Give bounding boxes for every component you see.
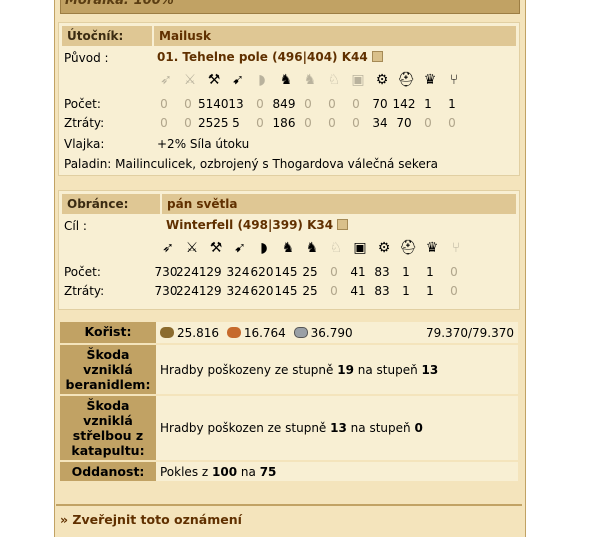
axe-icon: ⚒ <box>207 72 221 88</box>
attacker-box: Útočník: Mailusk Původ : 01. Tehelne pol… <box>58 22 520 176</box>
defender-name[interactable]: pán světla <box>167 197 237 211</box>
publish-link[interactable]: » Zveřejnit toto oznámení <box>60 512 242 527</box>
loot-row: Kořist: 25.816 16.764 36.790 79.370/79.3… <box>60 322 518 343</box>
ram-icon: ▣ <box>351 72 365 88</box>
sword-icon: ⚔ <box>185 240 199 256</box>
knight-icon: ⛑ <box>399 240 417 256</box>
knight-icon: ⛑ <box>397 72 415 88</box>
loyalty-text: Pokles z 100 na 75 <box>156 462 518 481</box>
loot-wood: 25.816 <box>177 325 219 340</box>
light-cavalry-icon: ♞ <box>279 72 293 88</box>
ram-damage-label: Škoda vzniklá beranidlem: <box>60 345 156 394</box>
bonus-icon <box>371 51 383 62</box>
militia-icon: ⑂ <box>451 240 461 256</box>
attacker-unit-icons: ➶ ⚔ ⚒ ➹ ◗ ♞ ♞ ♘ ▣ ⚙ ⛑ ♛ ⑂ <box>59 71 519 93</box>
catapult-damage-text: Hradby poškozen ze stupně 13 na stupeň 0 <box>156 396 518 460</box>
defender-header-label: Obránce: <box>62 194 160 214</box>
attacker-name[interactable]: Mailusk <box>159 29 211 43</box>
defender-box: Obránce: pán světla Cíl : Winterfell (49… <box>58 190 520 310</box>
loot-iron: 36.790 <box>310 325 353 340</box>
ram-icon: ▣ <box>353 240 367 256</box>
attacker-header-label: Útočník: <box>62 26 152 46</box>
loyalty-row: Oddanost: Pokles z 100 na 75 <box>60 462 518 481</box>
light-cavalry-icon: ♞ <box>281 240 295 256</box>
morale-text: Morálka: 100% <box>65 0 174 8</box>
attacker-count-cell: 1 <box>448 97 456 111</box>
iron-icon <box>293 326 308 338</box>
flag-label: Vlajka: <box>64 137 105 151</box>
mounted-archer-icon: ♞ <box>305 240 319 256</box>
archer-icon: ➹ <box>234 240 246 256</box>
catapult-damage-label: Škoda vzniklá střelbou z katapultu: <box>60 396 156 460</box>
morale-bar: Morálka: 100% <box>60 0 520 14</box>
catapult-icon: ⚙ <box>375 72 389 88</box>
militia-icon: ⑂ <box>449 72 459 88</box>
spy-icon: ◗ <box>260 240 268 256</box>
bonus-icon <box>337 219 349 230</box>
heavy-cavalry-icon: ♘ <box>327 72 341 88</box>
mounted-archer-icon: ♞ <box>303 72 317 88</box>
spy-icon: ◗ <box>258 72 266 88</box>
catapult-icon: ⚙ <box>377 240 391 256</box>
attacker-loss-cell: 0 <box>448 116 456 130</box>
origin-village[interactable]: 01. Tehelne pole (496|404) K44 <box>157 50 383 64</box>
target-village[interactable]: Winterfell (498|399) K34 <box>166 218 349 232</box>
defender-header: pán světla <box>162 194 516 214</box>
divider <box>56 504 522 506</box>
sword-icon: ⚔ <box>183 72 197 88</box>
defender-unit-icons: ➶ ⚔ ⚒ ➹ ◗ ♞ ♞ ♘ ▣ ⚙ ⛑ ♛ ⑂ <box>59 239 519 261</box>
ram-damage-row: Škoda vzniklá beranidlem: Hradby poškoze… <box>60 345 518 394</box>
heavy-cavalry-icon: ♘ <box>329 240 343 256</box>
axe-icon: ⚒ <box>209 240 223 256</box>
snob-icon: ♛ <box>425 240 439 256</box>
loyalty-label: Oddanost: <box>60 462 156 481</box>
attacker-losses: 0 0 2525 5 0 186 0 0 0 34 70 0 0 <box>59 116 519 138</box>
snob-icon: ♛ <box>423 72 437 88</box>
defender-losses: 730 2241 29 324 620 145 25 0 41 83 1 1 0 <box>59 284 519 306</box>
wood-icon <box>160 326 174 338</box>
target-label: Cíl : <box>64 219 87 233</box>
origin-label: Původ : <box>64 51 109 65</box>
flag-value: +2% Síla útoku <box>157 137 250 151</box>
defender-loss-cell: 0 <box>450 284 458 298</box>
spear-icon: ➶ <box>160 72 172 88</box>
paladin-text: Paladin: Mailinculicek, ozbrojený s Thog… <box>64 157 439 171</box>
catapult-damage-row: Škoda vzniklá střelbou z katapultu: Hrad… <box>60 396 518 460</box>
loot-clay: 16.764 <box>243 325 286 340</box>
loot-total: 79.370/79.370 <box>425 325 514 340</box>
archer-icon: ➹ <box>232 72 244 88</box>
attacker-header: Mailusk <box>154 26 516 46</box>
ram-damage-text: Hradby poškozeny ze stupně 19 na stupeň … <box>156 345 518 394</box>
spear-icon: ➶ <box>162 240 174 256</box>
clay-icon <box>226 326 241 338</box>
loot-values: 25.816 16.764 36.790 79.370/79.370 <box>156 322 518 343</box>
loot-label: Kořist: <box>60 322 156 343</box>
results-table: Kořist: 25.816 16.764 36.790 79.370/79.3… <box>60 320 518 483</box>
defender-count-cell: 0 <box>450 265 458 279</box>
